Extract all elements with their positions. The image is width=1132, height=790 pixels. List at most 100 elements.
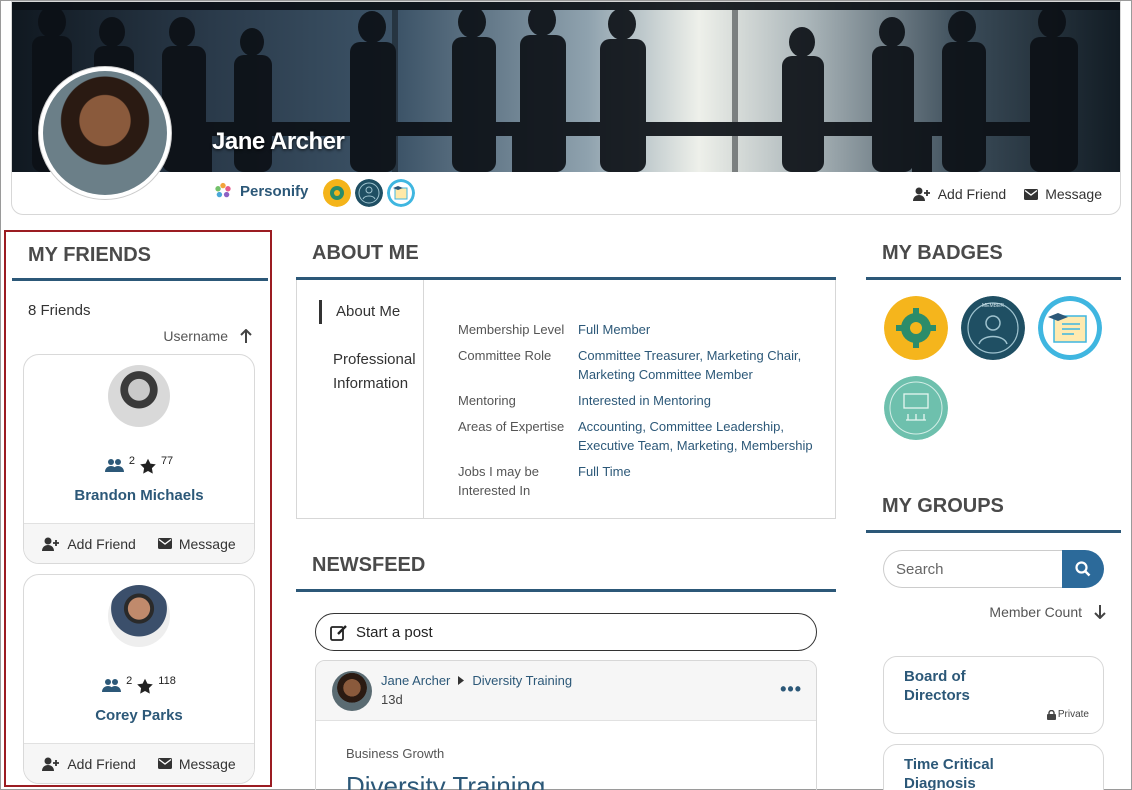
about-value[interactable]: Committee Treasurer, Marketing Chair, Ma… — [578, 346, 818, 384]
sort-label: Username — [163, 328, 228, 344]
add-user-icon — [42, 757, 60, 771]
certificate-badge-icon[interactable] — [387, 179, 415, 207]
star-icon — [140, 458, 156, 474]
member-badge-icon[interactable]: MEMBER — [961, 296, 1025, 360]
about-row: Committee Role Committee Treasurer, Marke… — [458, 346, 818, 384]
message-button[interactable]: Message — [157, 756, 236, 772]
about-row: Membership Level Full Member — [458, 320, 818, 339]
newsfeed-title-rule — [296, 589, 836, 592]
settings-badge-icon[interactable] — [323, 179, 351, 207]
about-row: Mentoring Interested in Mentoring — [458, 391, 818, 410]
search-button[interactable] — [1062, 550, 1104, 588]
points-count: 118 — [158, 675, 176, 687]
about-panel: About Me Professional Information Member… — [296, 280, 836, 519]
profile-name: Jane Archer — [212, 128, 345, 155]
about-details: Membership Level Full Member Committee Ro… — [458, 320, 818, 507]
group-search-input[interactable] — [883, 550, 1073, 588]
group-card[interactable]: Board of Directors Private — [883, 656, 1104, 734]
privacy-text: Private — [1057, 709, 1089, 720]
org-name[interactable]: Personify — [240, 183, 308, 200]
friend-name[interactable]: Corey Parks — [24, 707, 254, 724]
about-value[interactable]: Full Time — [578, 462, 818, 500]
tab-about-me[interactable]: About Me — [319, 300, 400, 324]
search-icon — [1075, 561, 1091, 577]
svg-text:MEMBER: MEMBER — [982, 303, 1004, 309]
envelope-icon — [157, 538, 172, 549]
friends-count: 8 Friends — [28, 302, 91, 319]
group-card[interactable]: Time Critical Diagnosis — [883, 744, 1104, 790]
profile-header: Jane Archer Personify Add Friend Message — [11, 1, 1121, 215]
arrow-down-icon — [1094, 605, 1106, 619]
certificate-badge-icon[interactable] — [1038, 296, 1102, 360]
add-user-icon — [912, 187, 930, 201]
friend-avatar[interactable] — [108, 585, 170, 647]
envelope-icon — [157, 758, 172, 769]
group-name[interactable]: Time Critical Diagnosis — [904, 755, 1014, 790]
add-friend-button[interactable]: Add Friend — [912, 186, 1006, 202]
about-key: Areas of Expertise — [458, 419, 565, 434]
add-friend-button[interactable]: Add Friend — [42, 535, 136, 552]
annual-meeting-attendee-badge-icon[interactable] — [884, 376, 948, 440]
about-value[interactable]: Full Member — [578, 320, 818, 339]
newsfeed-title: NEWSFEED — [312, 554, 426, 576]
post-author-line: Jane Archer Diversity Training — [381, 673, 572, 688]
friend-avatar[interactable] — [108, 365, 170, 427]
post-header: Jane Archer Diversity Training 13d ••• — [316, 661, 816, 721]
about-title: ABOUT ME — [312, 242, 419, 264]
add-user-icon — [42, 537, 60, 551]
header-badges — [323, 179, 415, 207]
personify-logo-icon — [215, 182, 231, 198]
caret-right-icon — [458, 676, 465, 685]
badges-title: MY BADGES — [882, 242, 1003, 264]
about-key: Mentoring — [458, 393, 516, 408]
about-value[interactable]: Interested in Mentoring — [578, 391, 818, 410]
post-author[interactable]: Jane Archer — [381, 673, 450, 688]
post-heading[interactable]: Diversity Training — [346, 771, 545, 790]
friends-title: MY FRIENDS — [28, 244, 151, 266]
tab-professional[interactable]: Professional Information — [333, 348, 416, 396]
group-search — [883, 550, 1104, 588]
groups-title-rule — [866, 530, 1121, 533]
about-key: Committee Role — [458, 348, 552, 363]
add-friend-button[interactable]: Add Friend — [42, 755, 136, 772]
friend-card: 2 118 Corey Parks Add Friend Message — [23, 574, 255, 784]
group-sort[interactable]: Member Count — [989, 604, 1106, 620]
org-info: Personify — [214, 182, 308, 200]
member-badge-icon[interactable] — [355, 179, 383, 207]
friend-stats: 2 118 — [24, 675, 254, 694]
settings-badge-icon[interactable] — [884, 296, 948, 360]
post-author-avatar[interactable] — [332, 671, 372, 711]
envelope-icon — [1024, 188, 1039, 200]
badges-title-rule — [866, 277, 1121, 280]
friend-stats: 2 77 — [24, 455, 254, 474]
friend-count: 2 — [128, 455, 135, 467]
message-button[interactable]: Message — [157, 535, 236, 552]
message-button[interactable]: Message — [1024, 186, 1102, 202]
cover-photo — [12, 2, 1120, 172]
message-label: Message — [1045, 186, 1102, 202]
about-row: Areas of Expertise Accounting, Committee … — [458, 417, 818, 455]
friends-section: MY FRIENDS 8 Friends Username 2 77 Brand… — [4, 230, 272, 787]
about-value[interactable]: Accounting, Committee Leadership, Execut… — [578, 417, 818, 455]
lock-icon — [1046, 709, 1056, 720]
more-options-icon[interactable]: ••• — [780, 679, 802, 700]
groups-title: MY GROUPS — [882, 495, 1004, 517]
message-label: Message — [178, 535, 236, 552]
start-post-button[interactable]: Start a post — [315, 613, 817, 651]
tab-professional-line1: Professional — [333, 351, 416, 368]
friends-sort[interactable]: Username — [163, 328, 252, 344]
friends-icon — [104, 459, 124, 472]
points-count: 77 — [160, 455, 174, 467]
friends-title-rule — [12, 278, 268, 281]
friend-name[interactable]: Brandon Michaels — [24, 487, 254, 504]
sort-label: Member Count — [989, 604, 1082, 620]
about-key: Membership Level — [458, 322, 565, 337]
post-category: Business Growth — [346, 746, 445, 761]
group-name[interactable]: Board of Directors — [904, 667, 1014, 705]
tab-professional-line2: Information — [333, 375, 409, 392]
friend-actions: Add Friend Message — [24, 523, 254, 563]
add-friend-label: Add Friend — [67, 535, 136, 552]
add-friend-label: Add Friend — [67, 755, 136, 772]
post-time: 13d — [381, 692, 403, 707]
post-group[interactable]: Diversity Training — [472, 673, 572, 688]
